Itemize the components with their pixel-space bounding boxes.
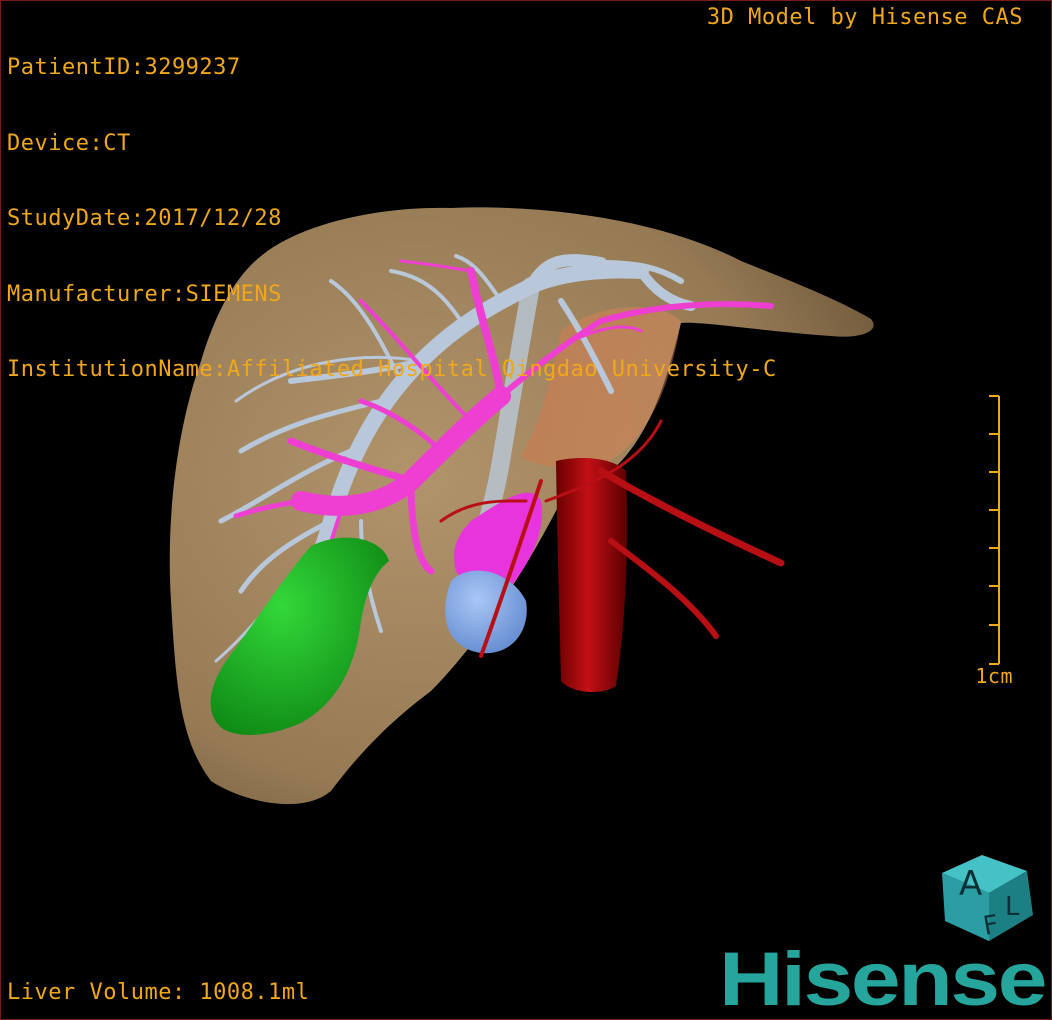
institution-name: InstitutionName:Affiliated Hospital Qing…: [7, 357, 777, 382]
liver-volume: Liver Volume: 1008.1ml: [7, 980, 310, 1005]
3d-viewport[interactable]: PatientID:3299237 Device:CT StudyDate:20…: [0, 0, 1052, 1020]
hisense-logo: Hisense: [719, 939, 1047, 1019]
scale-bar: [989, 395, 1000, 665]
brand-name: Hisense: [719, 939, 1045, 1019]
cube-face-top: A: [959, 864, 982, 904]
study-date: StudyDate:2017/12/28: [7, 206, 282, 231]
model-credit: 3D Model by Hisense CAS: [706, 5, 1023, 30]
manufacturer: Manufacturer:SIEMENS: [7, 281, 282, 307]
patient-id: PatientID:3299237: [7, 55, 241, 80]
patient-info: PatientID:3299237 Device:CT StudyDate:20…: [7, 5, 777, 433]
cube-face-right: L: [1005, 892, 1020, 922]
scale-bar-label: 1cm: [975, 664, 1013, 688]
device: Device:CT: [7, 130, 131, 156]
orientation-cube[interactable]: A F L: [937, 843, 1037, 943]
